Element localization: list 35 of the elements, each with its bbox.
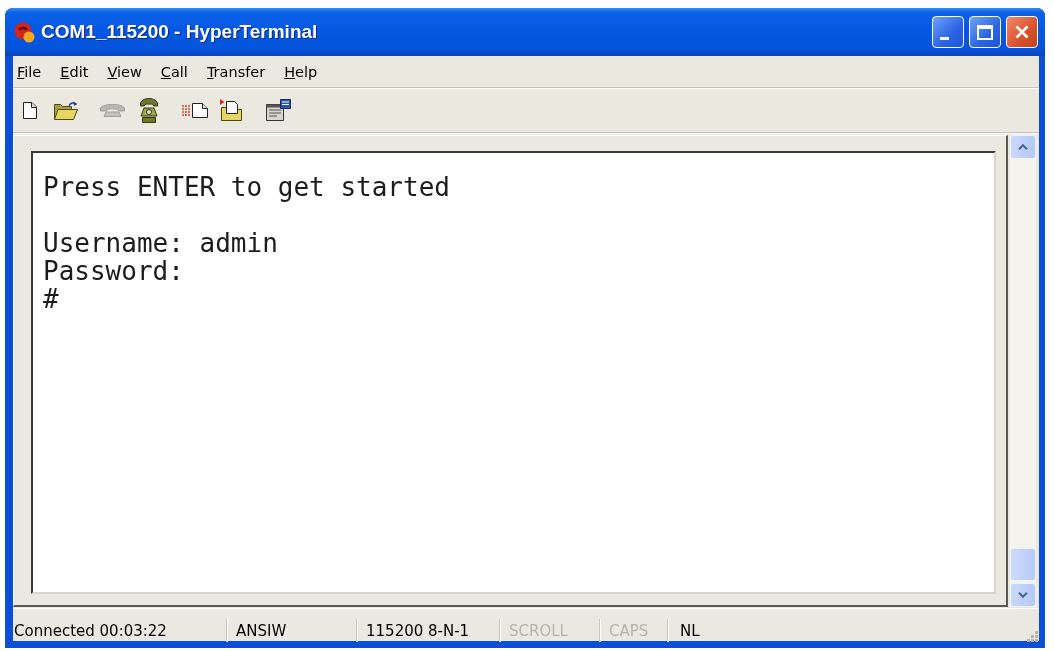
maximize-icon [977, 24, 993, 40]
connection-status: Connected 00:03:22 [14, 621, 167, 640]
scroll-down-button[interactable] [1010, 583, 1036, 607]
folder-page-icon [220, 99, 243, 121]
menu-item[interactable]: Edit [56, 61, 93, 82]
minimize-button[interactable] [932, 16, 964, 48]
resize-grip-icon[interactable] [1027, 631, 1038, 642]
open-folder-icon [53, 100, 78, 120]
phone-icon [14, 21, 35, 43]
scroll-up-button[interactable] [1010, 135, 1036, 159]
menu-item[interactable]: File [13, 61, 46, 82]
chevron-down-icon [1018, 592, 1028, 598]
menu-item[interactable]: View [103, 61, 146, 82]
blank-page-icon [22, 101, 37, 119]
maximize-button[interactable] [969, 16, 1001, 48]
chevron-up-icon [1018, 144, 1028, 150]
terminal-line: # [43, 285, 59, 313]
scrollbar-thumb[interactable] [1010, 548, 1036, 581]
port-settings: 115200 8-N-1 [366, 621, 470, 640]
moving-page-icon [182, 102, 209, 118]
menu-item[interactable]: Call [156, 61, 192, 82]
terminal-line: Press ENTER to get started [43, 173, 450, 201]
window-title: COM1_115200 - HyperTerminal [41, 21, 319, 43]
menu-item[interactable]: Transfer [202, 61, 270, 82]
phone-icon [100, 103, 125, 117]
close-icon [1015, 25, 1029, 39]
properties-icon [266, 99, 291, 121]
desk-phone-icon [139, 97, 158, 123]
terminal-line: Username: admin [43, 229, 278, 257]
emulation-label: ANSIW [236, 621, 287, 640]
status-indicator: NL [680, 621, 700, 640]
menu-item[interactable]: Help [280, 61, 322, 82]
close-button[interactable] [1006, 16, 1038, 48]
minimize-icon [940, 37, 949, 40]
terminal-line: Password: [43, 257, 184, 285]
